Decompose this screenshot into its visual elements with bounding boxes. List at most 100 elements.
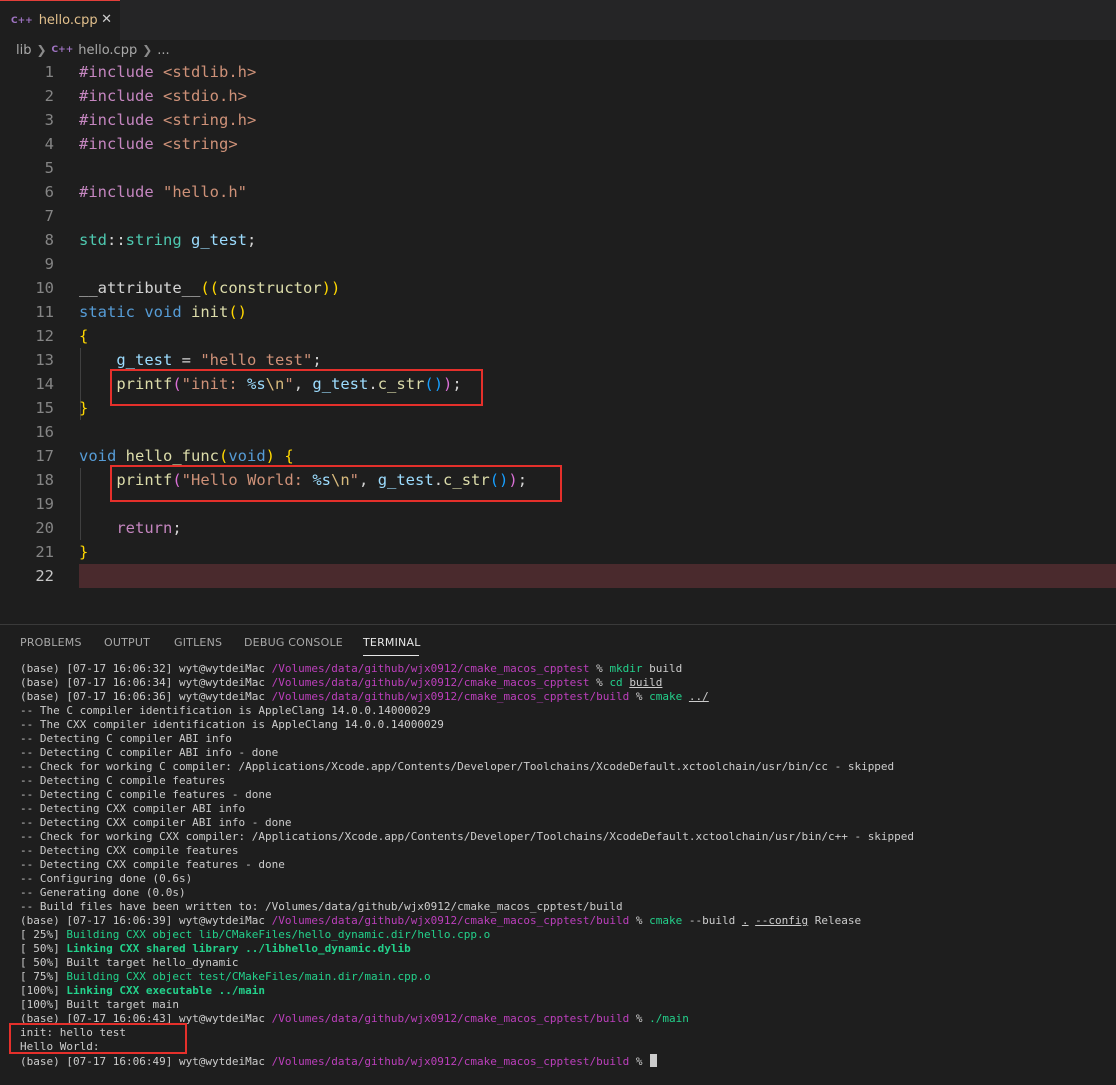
token: (( [200, 279, 219, 297]
terminal-line: [100%] Built target main [20, 998, 179, 1011]
tab-terminal[interactable]: TERMINAL [363, 636, 421, 650]
highlight-box-program-output [9, 1023, 187, 1054]
token: ) [265, 447, 276, 465]
token: return [116, 519, 173, 537]
code-line: 16 [0, 420, 1116, 444]
code-line: 12 { [0, 324, 1116, 348]
editor-tab-bar: C++ hello.cpp ✕ [0, 0, 1116, 40]
terminal-line: -- Check for working C compiler: /Applic… [20, 760, 895, 773]
token: ; [172, 519, 182, 537]
token: <string.h> [163, 111, 257, 129]
line-number: 17 [35, 447, 54, 465]
code-line: 11 static void init() [0, 300, 1116, 324]
token: } [79, 543, 89, 561]
terminal-line: [ 50%] Built target hello_dynamic [20, 956, 239, 969]
tab-problems[interactable]: PROBLEMS [20, 636, 82, 650]
token: ; [312, 351, 322, 369]
terminal-line: [100%] Linking CXX executable ../main [20, 984, 266, 997]
code-line: 20 return; [0, 516, 1116, 540]
token: <string> [163, 135, 238, 153]
close-icon[interactable]: ✕ [101, 12, 112, 27]
code-line: 8 std::string g_test; [0, 228, 1116, 252]
token: } [79, 399, 89, 417]
tab-hello-cpp[interactable]: C++ hello.cpp ✕ [0, 0, 120, 40]
token: #include [79, 63, 154, 81]
line-number: 2 [44, 87, 54, 105]
code-line: 1 #include <stdlib.h> [0, 60, 1116, 84]
tab-gitlens[interactable]: GITLENS [174, 636, 222, 650]
token: :: [107, 231, 126, 249]
breadcrumb-file[interactable]: hello.cpp [78, 43, 137, 58]
token: ( [219, 447, 229, 465]
line-number: 13 [35, 351, 54, 369]
line-number: 18 [35, 471, 54, 489]
tab-debug-console[interactable]: DEBUG CONSOLE [244, 636, 343, 650]
chevron-right-icon: ❯ [142, 43, 153, 57]
terminal-cursor [650, 1054, 658, 1067]
highlight-box-hello-printf [110, 465, 562, 502]
code-line: 4 #include <string> [0, 132, 1116, 156]
token: <stdio.h> [163, 87, 247, 105]
terminal-line: [ 25%] Building CXX object lib/CMakeFile… [20, 928, 491, 941]
code-editor[interactable]: 1 #include <stdlib.h> 2 #include <stdio.… [0, 60, 1116, 600]
line-number: 20 [35, 519, 54, 537]
token: string [125, 231, 182, 249]
highlight-box-init-printf [110, 369, 483, 406]
line-number: 1 [44, 63, 54, 81]
code-line: 2 #include <stdio.h> [0, 84, 1116, 108]
terminal[interactable]: (base) [07-17 16:06:32] wyt@wytdeiMac /V… [20, 662, 1110, 1068]
token: #include [79, 183, 154, 201]
terminal-line: (base) [07-17 16:06:32] wyt@wytdeiMac /V… [20, 662, 683, 675]
code-line-current: 22 [0, 564, 1116, 588]
token: std [79, 231, 107, 249]
line-number: 15 [35, 399, 54, 417]
code-line: 6 #include "hello.h" [0, 180, 1116, 204]
token: #include [79, 135, 154, 153]
panel-divider [0, 624, 1116, 625]
token: hello_func [125, 447, 219, 465]
line-number: 16 [35, 423, 54, 441]
line-number: 21 [35, 543, 54, 561]
breadcrumb-symbol[interactable]: ... [157, 43, 169, 58]
token: #include [79, 87, 154, 105]
terminal-line: (base) [07-17 16:06:36] wyt@wytdeiMac /V… [20, 690, 709, 703]
cpp-file-icon: C++ [11, 15, 33, 26]
line-number: 4 [44, 135, 54, 153]
token: { [284, 447, 294, 465]
terminal-line: -- Detecting CXX compiler ABI info - don… [20, 816, 292, 829]
tab-label: hello.cpp [38, 13, 98, 28]
token: __attribute__ [79, 279, 201, 297]
breadcrumb: lib ❯ C++ hello.cpp ❯ ... [16, 41, 170, 59]
token: void [79, 447, 117, 465]
token: )) [321, 279, 341, 297]
terminal-line: -- Configuring done (0.6s) [20, 872, 193, 885]
token: constructor [219, 279, 322, 297]
token: "hello.h" [163, 183, 247, 201]
line-number: 11 [35, 303, 54, 321]
breadcrumb-folder[interactable]: lib [16, 43, 31, 58]
line-number: 8 [44, 231, 54, 249]
code-line: 9 [0, 252, 1116, 276]
token: <stdlib.h> [163, 63, 257, 81]
token: #include [79, 111, 154, 129]
token: void [228, 447, 266, 465]
terminal-line: -- Detecting C compile features - done [20, 788, 272, 801]
terminal-line: (base) [07-17 16:06:34] wyt@wytdeiMac /V… [20, 676, 663, 689]
token: static [79, 303, 135, 321]
tab-output[interactable]: OUTPUT [104, 636, 150, 650]
token: = [172, 351, 201, 369]
code-line: 3 #include <string.h> [0, 108, 1116, 132]
terminal-line: -- Check for working CXX compiler: /Appl… [20, 830, 915, 843]
terminal-line: -- Detecting CXX compile features - done [20, 858, 285, 871]
token: g_test [116, 351, 173, 369]
terminal-line: -- Detecting CXX compile features [20, 844, 239, 857]
